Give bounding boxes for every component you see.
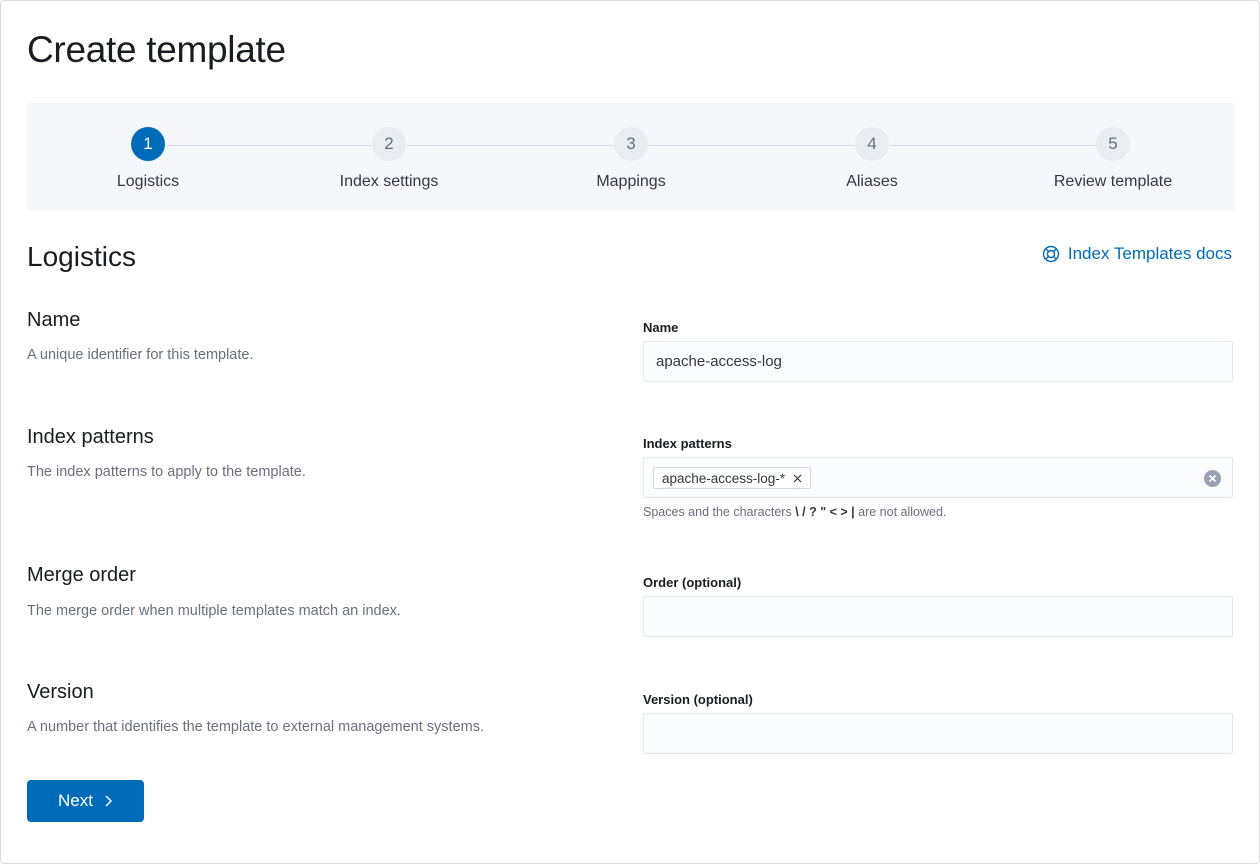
index-patterns-row-title: Index patterns	[27, 426, 154, 448]
next-button-label: Next	[58, 791, 93, 810]
index-patterns-help-text: Spaces and the characters \ / ? " < > | …	[643, 505, 946, 519]
chevron-right-icon	[105, 795, 113, 807]
next-button[interactable]: Next	[27, 780, 144, 822]
steps-progress: 1 Logistics 2 Index settings 3 Mappings …	[27, 103, 1234, 211]
merge-order-row-description: The merge order when multiple templates …	[27, 603, 401, 619]
step-number: 2	[372, 127, 406, 161]
page-title: Create template	[27, 29, 286, 70]
step-mappings[interactable]: 3 Mappings	[531, 127, 731, 191]
version-field-wrapper	[643, 713, 1233, 754]
index-patterns-field-label: Index patterns	[643, 436, 732, 451]
version-field-label: Version (optional)	[643, 692, 753, 707]
step-label: Index settings	[339, 173, 439, 190]
name-row-title: Name	[27, 309, 81, 331]
step-number: 1	[131, 127, 165, 161]
step-index-settings[interactable]: 2 Index settings	[289, 127, 489, 191]
docs-link-label: Index Templates docs	[1067, 244, 1232, 263]
name-input[interactable]	[644, 342, 1232, 381]
index-pattern-pill: apache-access-log-*	[653, 467, 812, 489]
order-field-wrapper	[643, 596, 1233, 637]
step-label: Review template	[1053, 173, 1173, 190]
version-row-title: Version	[27, 681, 94, 703]
index-pattern-pill-label: apache-access-log-*	[662, 470, 786, 486]
version-input[interactable]	[644, 714, 1232, 753]
step-number: 5	[1096, 127, 1130, 161]
section-title: Logistics	[27, 241, 136, 272]
step-number: 4	[855, 127, 889, 161]
name-field-wrapper	[643, 341, 1233, 382]
version-row-description: A number that identifies the template to…	[27, 719, 484, 735]
name-field-label: Name	[643, 320, 679, 335]
step-label: Aliases	[846, 173, 898, 190]
name-row-description: A unique identifier for this template.	[27, 347, 254, 363]
create-template-panel: Create template 1 Logistics 2 Index sett…	[0, 0, 1260, 864]
order-field-label: Order (optional)	[643, 575, 742, 590]
step-review-template[interactable]: 5 Review template	[1013, 127, 1213, 191]
index-templates-docs-link[interactable]: Index Templates docs	[1042, 244, 1232, 264]
help-lifebuoy-icon	[1042, 245, 1060, 263]
help-prefix: Spaces and the characters	[643, 505, 792, 519]
help-disallowed-chars: \ / ? " < > |	[795, 505, 855, 519]
help-suffix: are not allowed.	[858, 505, 947, 519]
step-logistics[interactable]: 1 Logistics	[48, 127, 248, 191]
index-patterns-row-description: The index patterns to apply to the templ…	[27, 464, 306, 480]
clear-input-icon[interactable]	[1204, 470, 1221, 487]
remove-pill-icon[interactable]	[793, 474, 802, 483]
order-input[interactable]	[644, 597, 1232, 636]
merge-order-row-title: Merge order	[27, 564, 136, 586]
step-label: Logistics	[116, 173, 180, 190]
index-patterns-combobox[interactable]: apache-access-log-*	[643, 457, 1233, 498]
step-number: 3	[614, 127, 648, 161]
step-label: Mappings	[596, 173, 666, 190]
step-aliases[interactable]: 4 Aliases	[772, 127, 972, 191]
